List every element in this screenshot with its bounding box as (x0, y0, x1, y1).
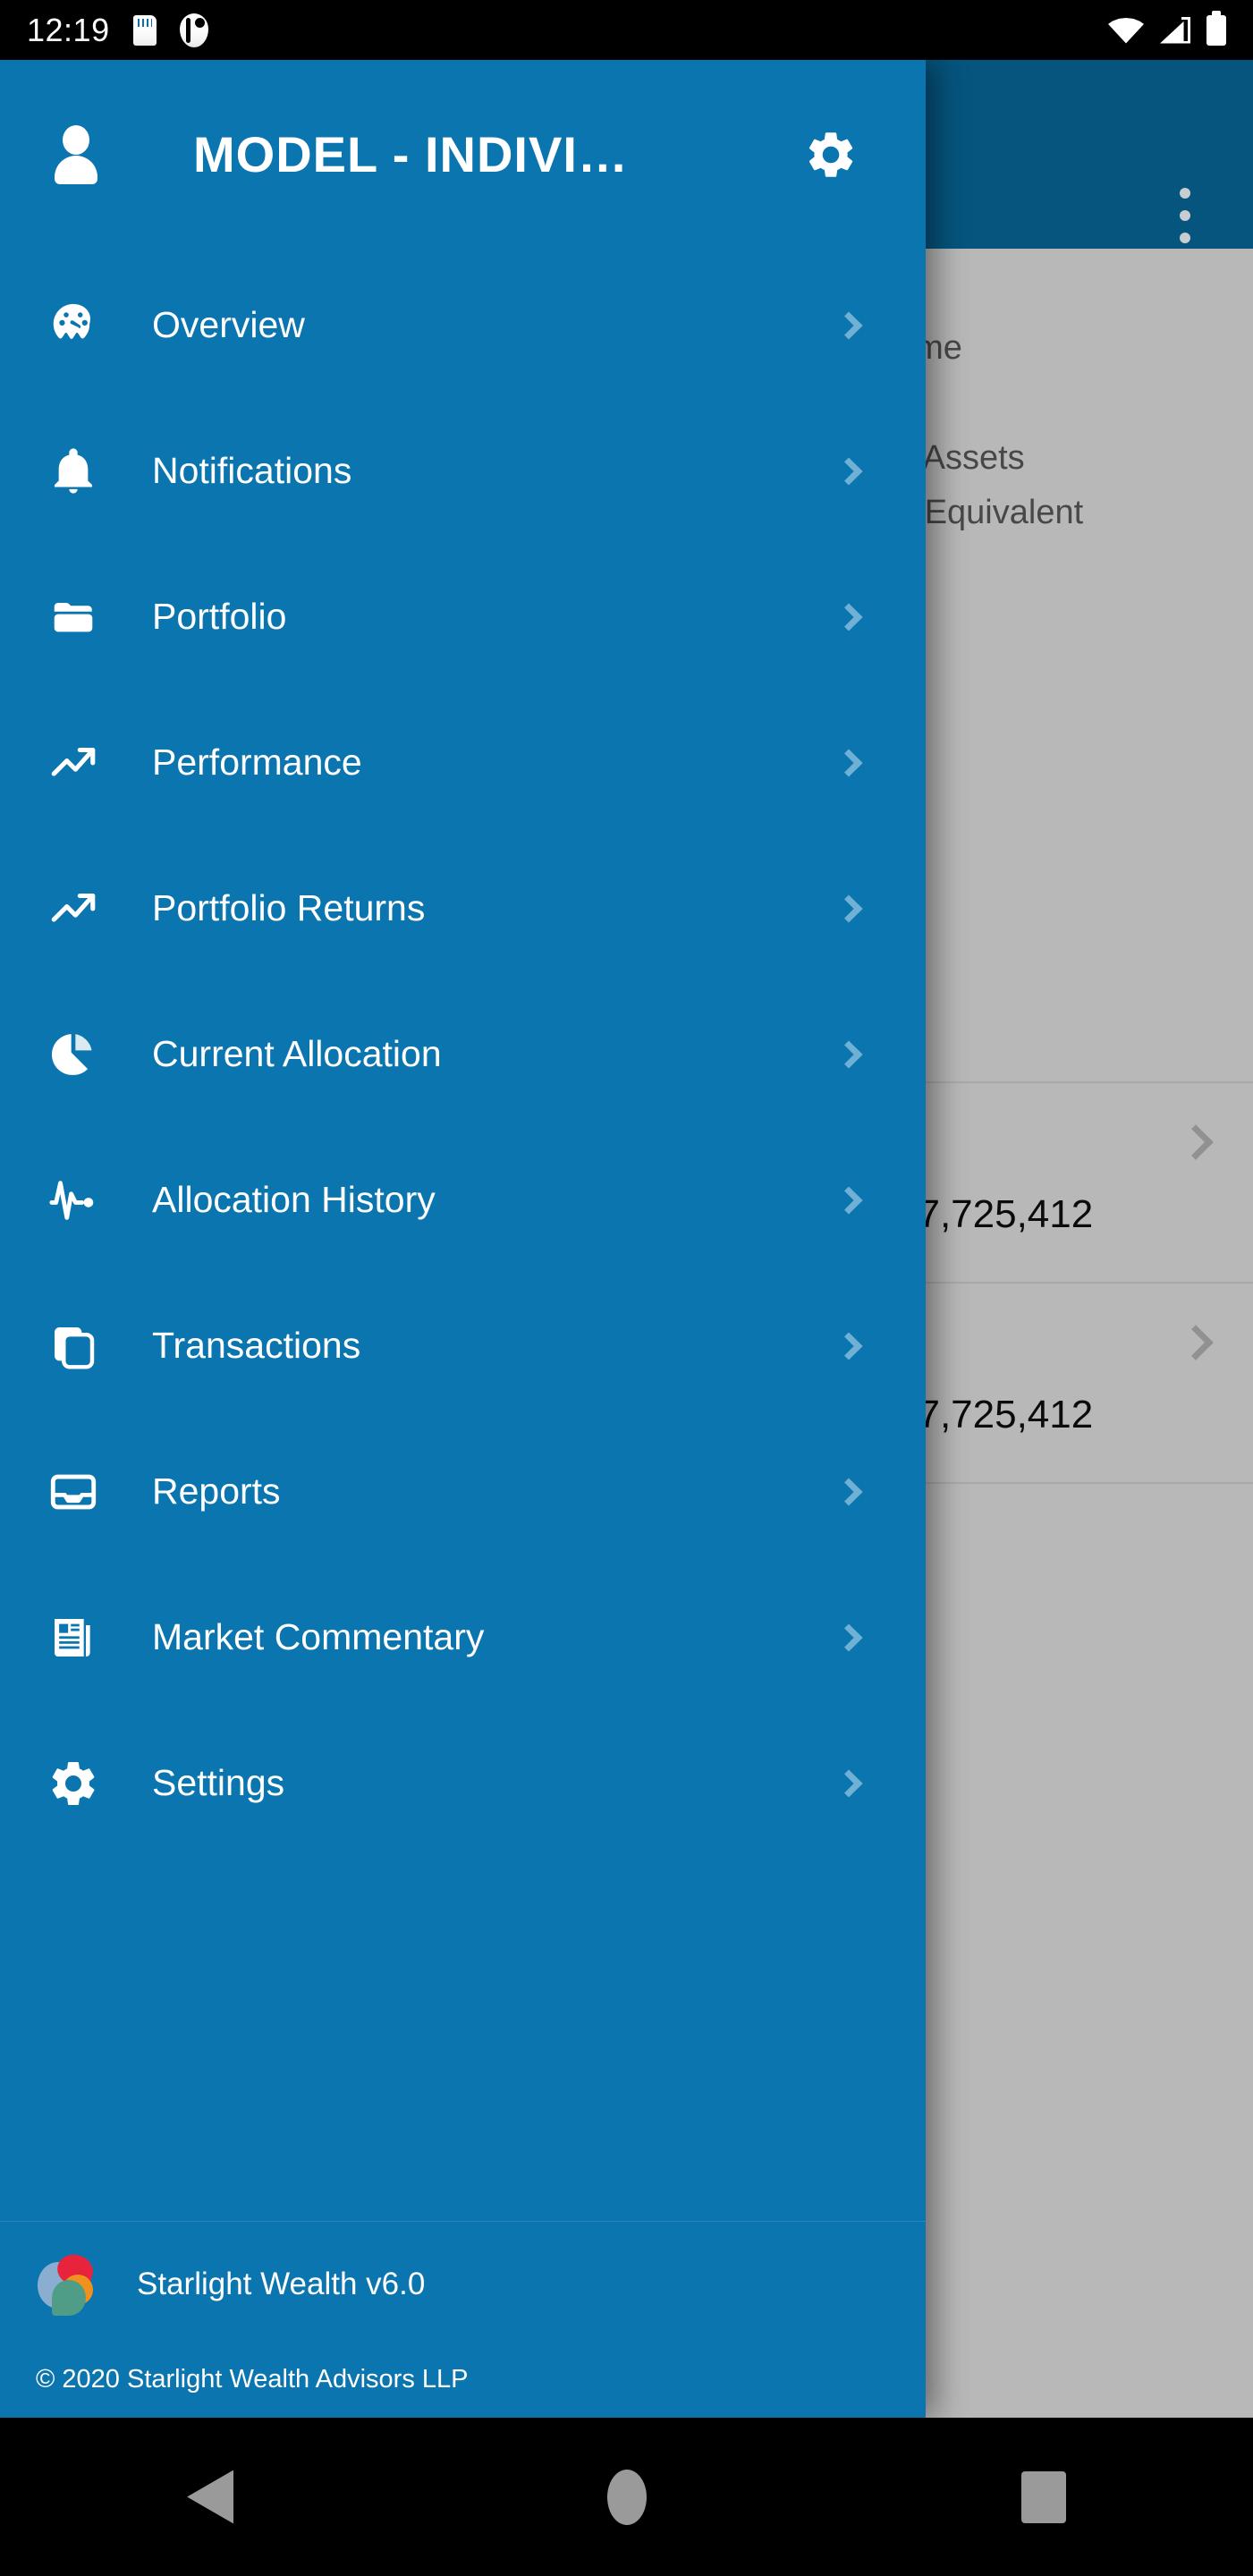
sidebar-item-label: Transactions (152, 1325, 361, 1366)
status-bar-left: 12:19 (0, 12, 208, 49)
circle-home-icon[interactable] (607, 2469, 648, 2525)
sidebar-item-overview[interactable]: Overview (0, 252, 926, 398)
chevron-right-icon (834, 1768, 863, 1798)
sidebar-item-label: Portfolio (152, 596, 287, 637)
square-recents-icon[interactable] (1020, 2470, 1066, 2523)
trending-up-icon (45, 880, 102, 937)
sidebar-item-reports[interactable]: Reports (0, 1419, 926, 1564)
status-bar: 12:19 (0, 0, 1253, 60)
phone-screen: ome e Assets d Equivalent 57,725,412 57,… (0, 0, 1253, 2576)
sidebar-item-label: Notifications (152, 450, 352, 491)
wifi-icon (1108, 18, 1144, 44)
starlight-logo-icon (36, 2250, 98, 2316)
pie-chart-icon (45, 1026, 102, 1083)
cellular-signal-icon (1160, 17, 1190, 44)
chevron-right-icon (834, 894, 863, 923)
copyright-label: © 2020 Starlight Wealth Advisors LLP (36, 2365, 469, 2394)
pulse-icon (45, 1172, 102, 1229)
inbox-icon (45, 1463, 102, 1521)
sidebar-item-portfolio[interactable]: Portfolio (0, 544, 926, 690)
sidebar-item-notifications[interactable]: Notifications (0, 398, 926, 544)
newspaper-icon (45, 1609, 102, 1666)
speedometer-icon (45, 297, 102, 354)
sidebar-item-label: Reports (152, 1470, 281, 1512)
sidebar-item-label: Market Commentary (152, 1616, 485, 1657)
sidebar-item-label: Portfolio Returns (152, 887, 426, 928)
drawer-header: MODEL - INDIVI… (0, 60, 926, 249)
trending-up-icon (45, 734, 102, 792)
drawer-title: MODEL - INDIVI… (193, 126, 629, 182)
chevron-right-icon (834, 602, 863, 631)
person-icon[interactable] (48, 124, 104, 184)
gear-icon[interactable] (803, 127, 859, 182)
app-version-label: Starlight Wealth v6.0 (137, 2267, 426, 2301)
chevron-right-icon (834, 1331, 863, 1360)
sidebar-item-label: Settings (152, 1762, 285, 1803)
chevron-right-icon (834, 1477, 863, 1506)
bell-icon (45, 443, 102, 500)
status-clock: 12:19 (27, 11, 110, 48)
navigation-drawer: MODEL - INDIVI… Overview Notifications P… (0, 60, 926, 2418)
status-bar-right (1108, 10, 1253, 46)
folder-icon (45, 589, 102, 646)
battery-icon (1206, 10, 1226, 46)
android-nav-bar (0, 2418, 1253, 2576)
drawer-footer: Starlight Wealth v6.0 © 2020 Starlight W… (0, 2221, 926, 2418)
sidebar-item-label: Performance (152, 741, 362, 783)
chevron-right-icon (834, 1185, 863, 1215)
sidebar-item-current-allocation[interactable]: Current Allocation (0, 981, 926, 1127)
drawer-menu-list: Overview Notifications Portfolio Perform… (0, 249, 926, 2221)
sidebar-item-transactions[interactable]: Transactions (0, 1273, 926, 1419)
chevron-right-icon (834, 310, 863, 340)
gear-icon (45, 1755, 102, 1812)
sidebar-item-portfolio-returns[interactable]: Portfolio Returns (0, 835, 926, 981)
drawer-footer-main: Starlight Wealth v6.0 (36, 2222, 926, 2347)
copy-icon (45, 1318, 102, 1375)
sidebar-item-label: Allocation History (152, 1179, 436, 1220)
sidebar-item-label: Current Allocation (152, 1033, 442, 1074)
sidebar-item-allocation-history[interactable]: Allocation History (0, 1127, 926, 1273)
chevron-right-icon (834, 748, 863, 777)
chevron-right-icon (834, 1039, 863, 1069)
chevron-right-icon (834, 456, 863, 486)
sidebar-item-label: Overview (152, 304, 305, 345)
sidebar-item-performance[interactable]: Performance (0, 690, 926, 835)
triangle-back-icon[interactable] (187, 2470, 234, 2524)
app-badge-icon (179, 13, 208, 47)
sidebar-item-market-commentary[interactable]: Market Commentary (0, 1564, 926, 1710)
sidebar-item-settings[interactable]: Settings (0, 1710, 926, 1856)
sd-card-icon (132, 14, 157, 46)
chevron-right-icon (834, 1623, 863, 1652)
